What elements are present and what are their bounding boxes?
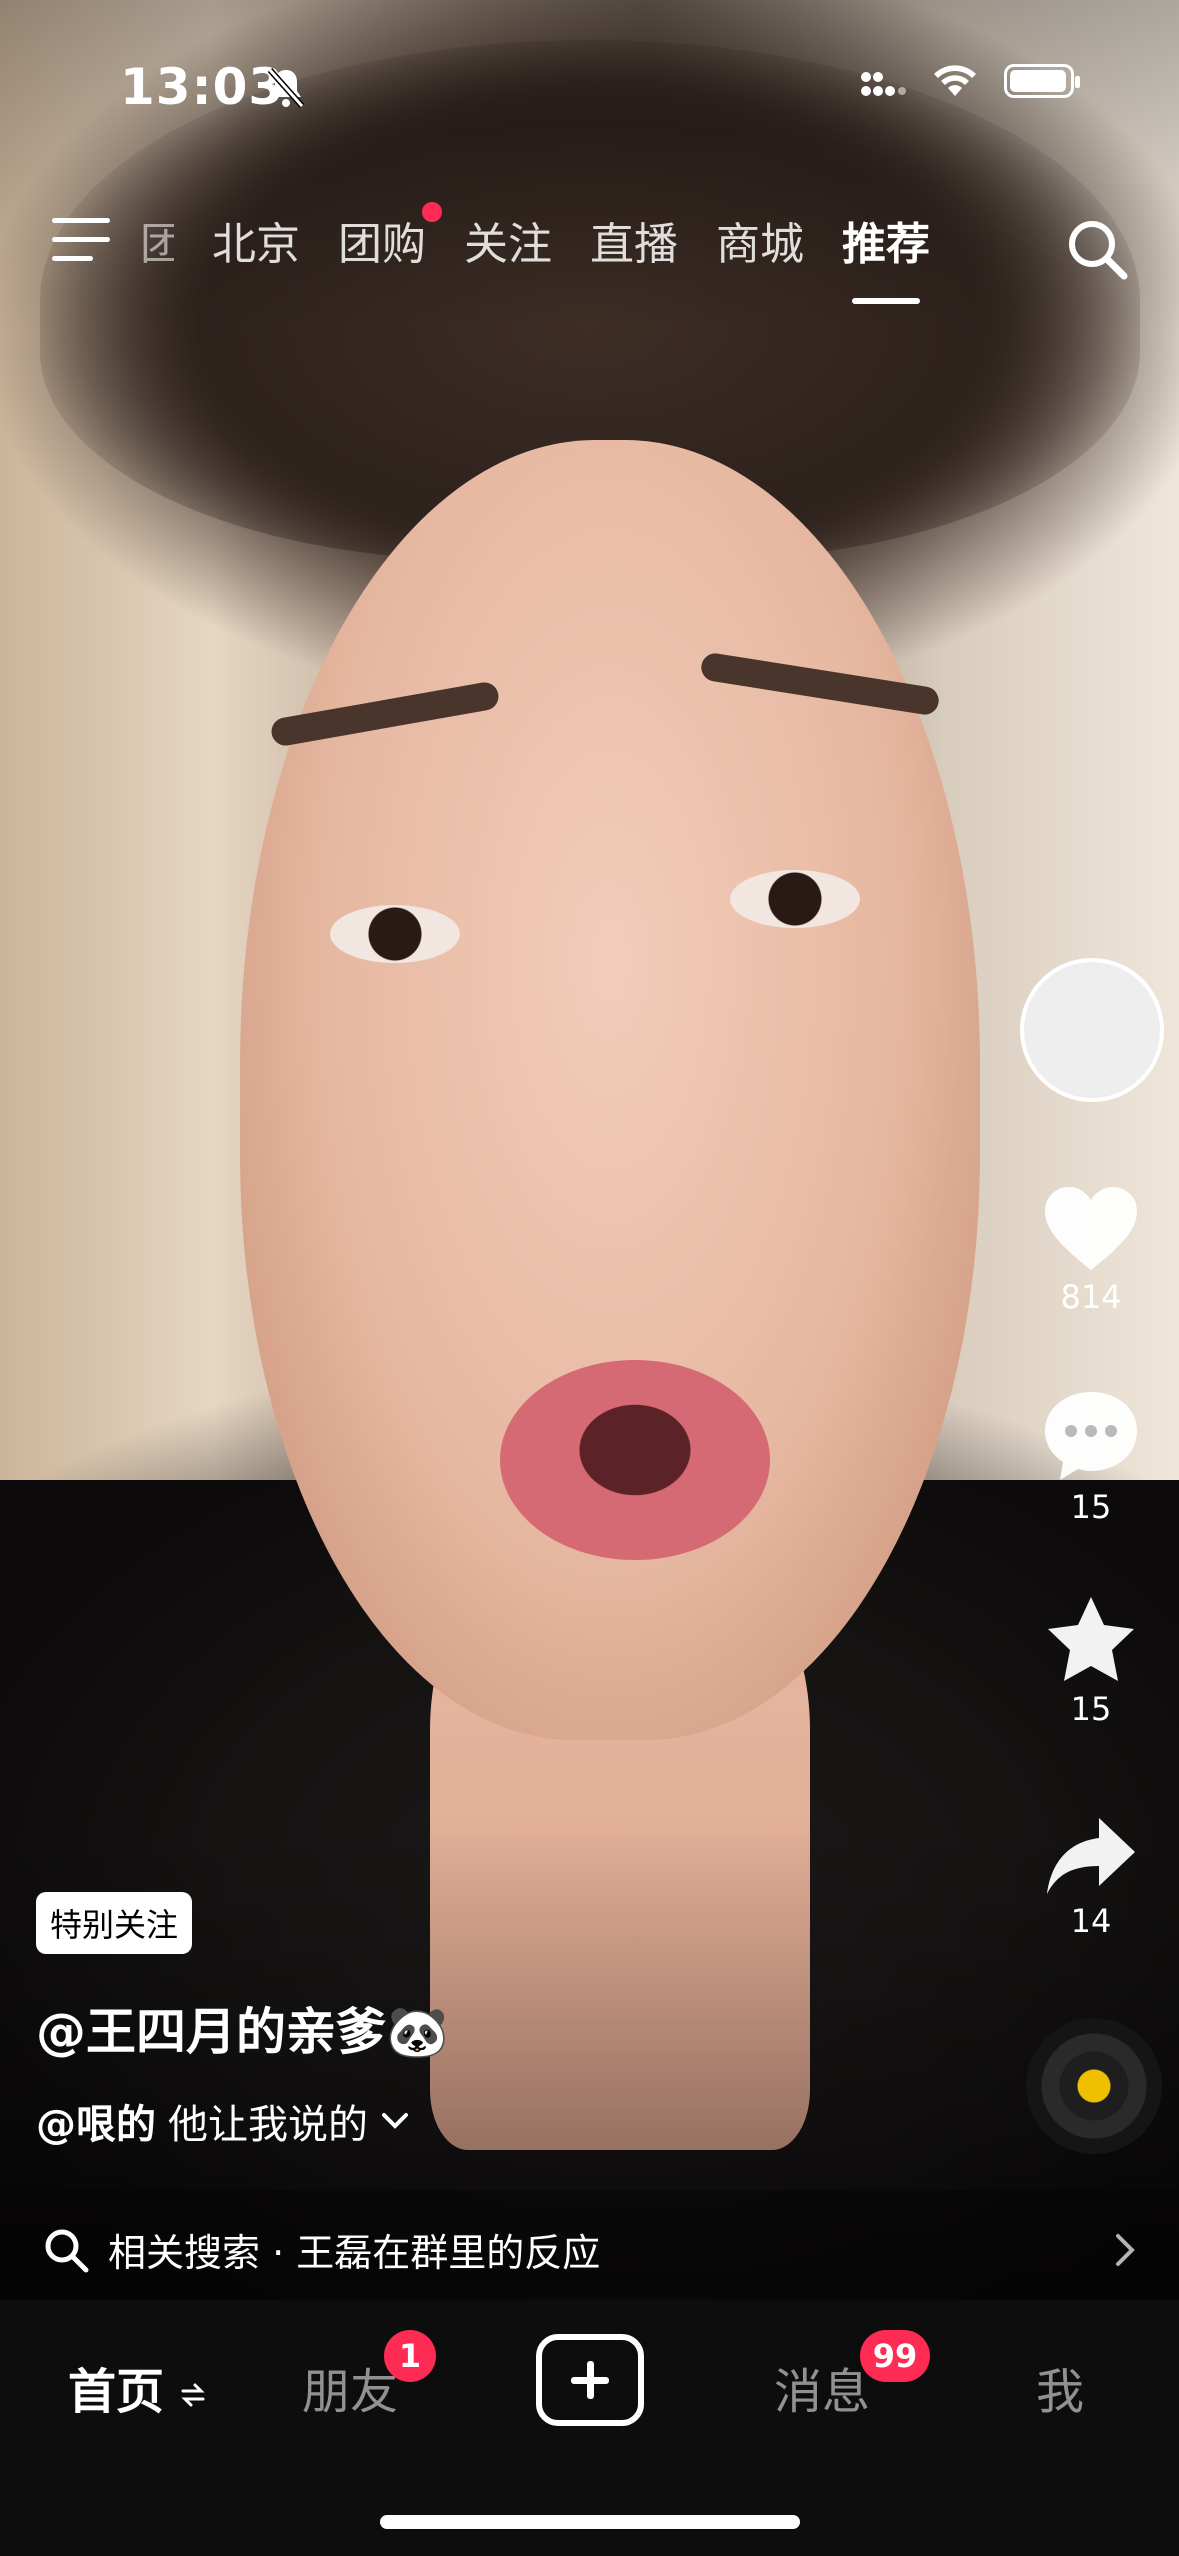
share-count: 14: [1070, 1902, 1112, 1940]
tab-beijing[interactable]: 北京: [212, 208, 300, 272]
tab-home[interactable]: 首页: [68, 2352, 205, 2422]
battery-icon: [1004, 64, 1080, 98]
share-arrow-icon: [1047, 1818, 1135, 1894]
star-icon: [1048, 1597, 1134, 1681]
comment-icon: [1045, 1392, 1137, 1480]
chevron-down-icon[interactable]: [380, 2111, 410, 2131]
favorite-count: 15: [1070, 1690, 1112, 1728]
wifi-icon: [934, 65, 976, 96]
home-indicator[interactable]: [380, 2515, 800, 2529]
menu-icon[interactable]: [52, 218, 110, 264]
video-player[interactable]: [0, 0, 1179, 2300]
favorite-button[interactable]: 15: [1031, 1594, 1151, 1728]
status-indicators: [860, 64, 1080, 98]
app-screen: 13:03 团 北京 团购 关注 直播 商城 推荐 814 15 15 14 特…: [0, 0, 1179, 2556]
friends-badge: 1: [384, 2330, 436, 2382]
search-icon: [45, 2229, 89, 2273]
tab-recommended[interactable]: 推荐: [842, 208, 930, 304]
tab-following[interactable]: 关注: [464, 208, 552, 272]
creator-avatar[interactable]: [1020, 958, 1164, 1102]
music-disc-icon[interactable]: [1026, 2018, 1162, 2154]
like-count: 814: [1060, 1278, 1122, 1316]
caption-mention[interactable]: @哏的: [36, 2092, 156, 2150]
special-follow-badge: 特别关注: [36, 1892, 193, 1954]
create-plus-button[interactable]: [536, 2334, 644, 2426]
status-time: 13:03: [120, 58, 285, 116]
tab-partial[interactable]: 团: [140, 208, 174, 272]
author-name[interactable]: @王四月的亲爹🐼: [36, 1992, 448, 2064]
cellular-signal-icon: [861, 72, 906, 96]
tab-mall[interactable]: 商城: [716, 208, 804, 272]
messages-badge: 99: [860, 2330, 930, 2382]
tab-group-buy[interactable]: 团购: [338, 202, 442, 272]
video-caption[interactable]: @哏的 他让我说的: [36, 2092, 410, 2150]
mute-bell-icon: [267, 68, 305, 108]
like-button[interactable]: 814: [1031, 1184, 1151, 1316]
comment-count: 15: [1070, 1488, 1112, 1526]
related-search-text[interactable]: 相关搜索 · 王磊在群里的反应: [108, 2222, 600, 2277]
tab-friends[interactable]: 朋友: [302, 2352, 398, 2422]
tab-me[interactable]: 我: [1036, 2352, 1084, 2422]
caption-text: 他让我说的: [168, 2102, 368, 2148]
comment-button[interactable]: 15: [1031, 1388, 1151, 1526]
notification-dot: [422, 202, 442, 222]
search-icon[interactable]: [1064, 216, 1130, 282]
top-tabs: 团 北京 团购 关注 直播 商城 推荐: [140, 202, 968, 304]
chevron-right-icon[interactable]: [1112, 2230, 1140, 2270]
active-tab-indicator: [852, 298, 920, 304]
tab-messages[interactable]: 消息: [774, 2352, 870, 2422]
refresh-arrows-icon: [181, 2383, 205, 2407]
tab-live[interactable]: 直播: [590, 208, 678, 272]
heart-icon: [1045, 1187, 1137, 1270]
share-button[interactable]: 14: [1031, 1814, 1151, 1940]
